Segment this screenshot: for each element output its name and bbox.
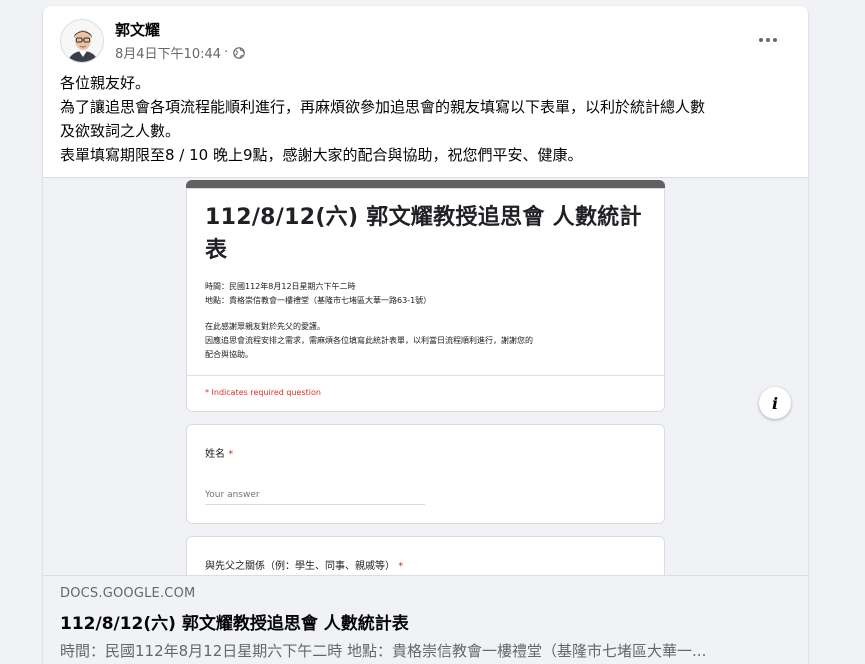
post-message: 各位親友好。 為了讓追思會各項流程能順利進行，再麻煩欲參加追思會的親友填寫以下表… (60, 71, 795, 167)
form-place: 地點：貴格崇信教會一樓禮堂（基隆市七堵區大華一路63-1號） (205, 296, 432, 305)
avatar-portrait-icon (61, 20, 103, 62)
post-header: 郭文耀 8月4日下午10:44 · (43, 6, 808, 72)
question-card-name: 姓名 * Your answer (186, 424, 665, 524)
link-footer[interactable]: DOCS.GOOGLE.COM 112/8/12(六) 郭文耀教授追思會 人數統… (43, 575, 808, 664)
facebook-post: 郭文耀 8月4日下午10:44 · 各位親友好。 為了讓追思會各項流程能順利進行… (43, 6, 808, 664)
required-star: * (228, 449, 234, 460)
answer-placeholder: Your answer (205, 490, 425, 505)
post-line: 及欲致詞之人數。 (60, 122, 181, 140)
question-label: 與先父之關係（例：學生、同事、親戚等） * (205, 557, 646, 572)
author-avatar[interactable] (60, 19, 104, 63)
post-line: 表單填寫期限至8 / 10 晚上9點，感謝大家的配合與協助，祝您們平安、健康。 (60, 146, 583, 164)
question-card-relation: 與先父之關係（例：學生、同事、親戚等） * (186, 536, 665, 575)
question-label: 姓名 * (205, 445, 646, 460)
form-intro-card: 112/8/12(六) 郭文耀教授追思會 人數統計表 時間：民國112年8月12… (186, 188, 665, 412)
globe-icon[interactable] (233, 46, 245, 59)
form-request-2: 配合與協助。 (205, 350, 253, 359)
post-line: 各位親友好。 (60, 74, 151, 92)
form-thanks: 在此感謝眾親友對於先父的愛護。 (205, 322, 325, 331)
link-title: 112/8/12(六) 郭文耀教授追思會 人數統計表 (60, 614, 409, 634)
required-star: * (398, 561, 404, 572)
link-description: 時間：民國112年8月12日星期六下午二時 地點：貴格崇信教會一樓禮堂（基隆市七… (60, 642, 707, 660)
form-title: 112/8/12(六) 郭文耀教授追思會 人數統計表 (205, 205, 642, 263)
author-name[interactable]: 郭文耀 (115, 19, 160, 40)
question-text: 與先父之關係（例：學生、同事、親戚等） (205, 561, 395, 572)
post-timestamp[interactable]: 8月4日下午10:44 (115, 43, 221, 62)
post-meta: 8月4日下午10:44 · (115, 43, 245, 62)
form-time: 時間：民國112年8月12日星期六下午二時 (205, 282, 356, 291)
info-icon: i (771, 393, 779, 413)
required-note: * Indicates required question (187, 375, 664, 397)
link-preview-image[interactable]: 112/8/12(六) 郭文耀教授追思會 人數統計表 時間：民國112年8月12… (43, 177, 808, 575)
form-screenshot: 112/8/12(六) 郭文耀教授追思會 人數統計表 時間：民國112年8月12… (186, 180, 665, 575)
more-dot (773, 38, 777, 42)
post-line: 為了讓追思會各項流程能順利進行，再麻煩欲參加追思會的親友填寫以下表單，以利於統計… (60, 98, 706, 116)
more-dots-icon (759, 38, 763, 42)
more-options-button[interactable] (750, 26, 786, 54)
more-dot (766, 38, 770, 42)
question-text: 姓名 (205, 449, 225, 460)
form-request-1: 因應追思會流程安排之需求，需麻煩各位填寫此統計表單，以利當日流程順利進行，謝謝您… (205, 336, 533, 345)
info-button[interactable]: i (759, 387, 791, 419)
meta-separator: · (224, 45, 229, 60)
form-header-bar (186, 180, 665, 188)
link-domain: DOCS.GOOGLE.COM (60, 586, 196, 601)
